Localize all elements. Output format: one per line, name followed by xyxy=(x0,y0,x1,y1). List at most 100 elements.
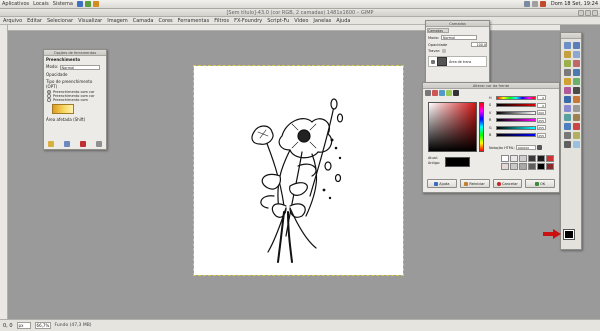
tool-icon[interactable] xyxy=(573,78,580,85)
layers-mode-select[interactable]: Normal xyxy=(441,35,477,40)
eyedropper-icon[interactable] xyxy=(453,90,459,96)
slider-s-value[interactable]: 0 xyxy=(537,102,546,108)
menu-video[interactable]: Vídeo xyxy=(294,18,308,24)
help-icon[interactable] xyxy=(92,1,99,7)
tool-icon[interactable] xyxy=(573,69,580,76)
panel-clock[interactable]: Dom 18 Set, 19:24 xyxy=(551,1,598,7)
history-swatch[interactable] xyxy=(528,163,536,170)
update-icon[interactable] xyxy=(539,1,546,7)
lock-alpha-icon[interactable] xyxy=(442,49,447,53)
eye-icon[interactable] xyxy=(431,59,435,64)
tool-icon[interactable] xyxy=(564,123,571,130)
slider-r[interactable]: R 255 xyxy=(489,117,559,125)
tool-icon[interactable] xyxy=(573,141,580,148)
tool-icon[interactable] xyxy=(573,123,580,130)
tool-icon[interactable] xyxy=(564,42,571,49)
slider-h[interactable]: H 0 xyxy=(489,94,559,102)
history-swatch[interactable] xyxy=(537,163,545,170)
menu-file[interactable]: Arquivo xyxy=(3,18,22,24)
slider-b[interactable]: B 255 xyxy=(489,132,559,140)
minimize-button[interactable] xyxy=(578,10,584,16)
menu-image[interactable]: Imagem xyxy=(107,18,128,24)
hue-slider[interactable] xyxy=(479,102,484,152)
menu-select[interactable]: Selecionar xyxy=(47,18,73,24)
history-swatch[interactable] xyxy=(528,155,536,162)
history-swatch[interactable] xyxy=(519,163,527,170)
mode-select[interactable]: Normal xyxy=(59,64,100,70)
menu-view[interactable]: Visualizar xyxy=(78,18,102,24)
history-swatch[interactable] xyxy=(510,155,518,162)
tool-icon[interactable] xyxy=(573,96,580,103)
tool-icon[interactable] xyxy=(573,87,580,94)
reset-options-icon[interactable] xyxy=(96,141,102,147)
units-select[interactable]: px xyxy=(16,322,31,329)
slider-s[interactable]: S 0 xyxy=(489,102,559,110)
history-swatch[interactable] xyxy=(510,163,518,170)
foreground-color-swatch[interactable] xyxy=(563,229,575,240)
tool-icon[interactable] xyxy=(564,105,571,112)
mail-icon[interactable] xyxy=(84,1,91,7)
triangle-selector-icon[interactable] xyxy=(439,90,445,96)
layer-name[interactable]: Área de trans xyxy=(449,60,471,64)
layers-opacity-field[interactable]: 100,0 xyxy=(471,42,487,47)
menu-fx-foundry[interactable]: FX-Foundry xyxy=(234,18,262,24)
tool-icon[interactable] xyxy=(573,105,580,112)
saturation-value-picker[interactable] xyxy=(428,102,477,152)
tool-icon[interactable] xyxy=(564,78,571,85)
vertical-ruler[interactable] xyxy=(0,25,8,319)
slider-b-value[interactable]: 255 xyxy=(537,132,546,138)
menu-windows[interactable]: Janelas xyxy=(313,18,331,24)
slider-r-value[interactable]: 255 xyxy=(537,117,546,123)
tool-icon[interactable] xyxy=(573,114,580,121)
help-button[interactable]: Ajuda xyxy=(427,179,457,188)
slider-v-bar[interactable] xyxy=(496,110,536,115)
pattern-preview[interactable] xyxy=(52,103,74,114)
slider-g[interactable]: G 255 xyxy=(489,124,559,132)
history-swatch[interactable] xyxy=(546,163,554,170)
slider-r-bar[interactable] xyxy=(496,118,536,123)
menu-tools[interactable]: Ferramentas xyxy=(178,18,210,24)
ok-button[interactable]: OK xyxy=(525,179,555,188)
tool-icon[interactable] xyxy=(564,69,571,76)
history-swatch[interactable] xyxy=(546,155,554,162)
volume-icon[interactable] xyxy=(531,1,538,7)
history-swatch[interactable] xyxy=(501,155,509,162)
slider-v-value[interactable]: 200 xyxy=(537,110,546,116)
menu-layer[interactable]: Camada xyxy=(133,18,154,24)
menu-filters[interactable]: Filtros xyxy=(214,18,229,24)
watercolor-selector-icon[interactable] xyxy=(446,90,452,96)
tool-icon[interactable] xyxy=(564,114,571,121)
tool-icon[interactable] xyxy=(573,42,580,49)
tool-icon[interactable] xyxy=(564,87,571,94)
cmyk-selector-icon[interactable] xyxy=(432,90,438,96)
eyedropper-icon[interactable] xyxy=(536,145,542,150)
save-options-icon[interactable] xyxy=(48,141,54,147)
menu-script-fu[interactable]: Script-Fu xyxy=(267,18,289,24)
slider-g-bar[interactable] xyxy=(496,125,536,130)
image-canvas[interactable] xyxy=(193,65,404,276)
history-swatch[interactable] xyxy=(537,155,545,162)
panel-menu-applications[interactable]: Aplicativos xyxy=(2,1,29,7)
tool-icon[interactable] xyxy=(573,51,580,58)
history-swatch[interactable] xyxy=(501,163,509,170)
slider-b-bar[interactable] xyxy=(496,133,536,138)
panel-menu-places[interactable]: Locais xyxy=(33,1,49,7)
maximize-button[interactable] xyxy=(585,10,591,16)
history-swatch[interactable] xyxy=(519,155,527,162)
tool-icon[interactable] xyxy=(564,141,571,148)
reset-button[interactable]: Reiniciar xyxy=(459,179,490,188)
layer-item[interactable]: Área de trans xyxy=(428,56,487,67)
browser-icon[interactable] xyxy=(76,1,83,7)
restore-options-icon[interactable] xyxy=(64,141,70,147)
slider-g-value[interactable]: 255 xyxy=(537,125,546,131)
menu-help[interactable]: Ajuda xyxy=(336,18,350,24)
fg-bg-colors[interactable] xyxy=(563,229,580,244)
menu-edit[interactable]: Editar xyxy=(27,18,42,24)
slider-s-bar[interactable] xyxy=(496,103,536,108)
fill-pattern-radio[interactable]: Preenchimento com xyxy=(44,97,106,102)
cancel-button[interactable]: Cancelar xyxy=(492,179,523,188)
tab-layers[interactable]: Camadas xyxy=(427,28,449,33)
tool-icon[interactable] xyxy=(564,96,571,103)
delete-options-icon[interactable] xyxy=(80,141,86,147)
tool-icon[interactable] xyxy=(564,51,571,58)
